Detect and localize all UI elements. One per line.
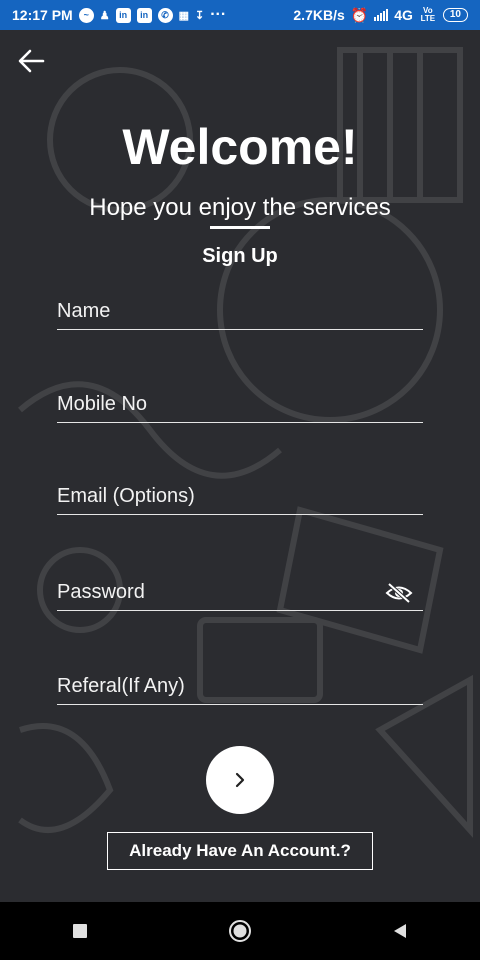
home-button[interactable] (220, 911, 260, 951)
name-field[interactable]: Name (57, 295, 423, 330)
page-title: Welcome! (122, 119, 358, 175)
email-field-label: Email (Options) (57, 485, 195, 507)
referral-field[interactable]: Referal(If Any) (57, 670, 423, 705)
status-bar-right: 2.7KB/s ⏰ 4G Vo LTE 10 (293, 7, 468, 24)
arrow-left-icon (18, 49, 45, 73)
battery-indicator: 10 (442, 8, 468, 22)
linkedin-icon: in (115, 7, 131, 23)
chevron-right-icon (235, 772, 245, 788)
status-bar: 12:17 PM ~ ♟ in in ✆ ▦ ↧ ··· 2.7KB/s ⏰ 4… (0, 0, 480, 30)
eye-off-icon[interactable] (385, 582, 413, 604)
already-have-account-button[interactable]: Already Have An Account.? (107, 832, 373, 870)
more-notifications-icon: ··· (210, 6, 227, 23)
next-button[interactable] (206, 746, 274, 814)
back-icon (394, 924, 406, 938)
section-title: Sign Up (202, 245, 278, 267)
email-field[interactable]: Email (Options) (57, 480, 423, 515)
linkedin-icon: in (136, 7, 152, 23)
person-icon: ♟ (99, 9, 110, 22)
messenger-icon: ~ (78, 7, 94, 23)
page-subtitle: Hope you enjoy the services (89, 194, 391, 221)
system-nav-bar (0, 902, 480, 960)
network-speed: 2.7KB/s (293, 7, 345, 23)
status-bar-left: 12:17 PM ~ ♟ in in ✆ ▦ ↧ ··· (12, 6, 226, 24)
status-time: 12:17 PM (12, 7, 73, 23)
volte-indicator: Vo LTE (420, 6, 436, 23)
mobile-field-label: Mobile No (57, 393, 148, 415)
recents-button[interactable] (60, 911, 100, 951)
alarm-icon: ⏰ (350, 6, 369, 23)
recents-icon (73, 924, 87, 938)
download-icon: ↧ (194, 9, 205, 22)
name-field-label: Name (57, 300, 111, 322)
home-icon (229, 920, 251, 942)
network-type: 4G (394, 7, 413, 23)
password-field[interactable]: Password (57, 576, 423, 611)
gallery-icon: ▦ (178, 9, 189, 22)
whatsapp-icon: ✆ (157, 7, 173, 23)
signal-icon (374, 9, 389, 21)
password-field-label: Password (57, 581, 145, 603)
back-button[interactable] (14, 44, 48, 78)
referral-field-label: Referal(If Any) (57, 675, 185, 697)
subtitle-underline (210, 226, 270, 229)
system-back-button[interactable] (380, 911, 420, 951)
mobile-field[interactable]: Mobile No (57, 388, 423, 423)
